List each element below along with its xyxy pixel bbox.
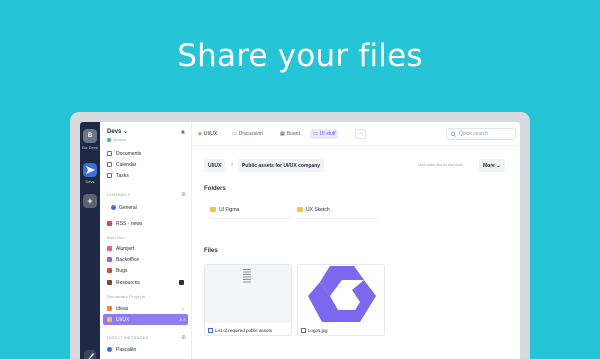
sidebar-item-ui-ux: UI/UX	[116, 317, 130, 323]
main-content: ◆ UI/UX ▭ Discussion ▦ Board ▭ UI stuff ··· …	[192, 122, 520, 359]
lock-icon	[179, 280, 184, 285]
file-name: Logos.jpg	[308, 328, 328, 333]
search-input[interactable]: Quick search	[446, 128, 516, 140]
secondary-projects-header: Secondary Projects	[107, 294, 146, 299]
sidebar-item-calendar[interactable]: Calendar	[116, 162, 136, 168]
workspace-biz-devs[interactable]: B	[83, 129, 97, 143]
channels-header: CHANNELS	[107, 192, 131, 197]
project-group-header: Web Dev	[107, 235, 125, 240]
sidebar-item-alumjert[interactable]: Alumjert	[116, 246, 134, 252]
online-status-icon	[107, 138, 111, 142]
more-icon: ···	[358, 131, 363, 137]
workspace-name: Devs	[107, 129, 122, 135]
folder-name: UI Figma	[219, 206, 240, 213]
file-card[interactable]: Logos.jpg	[297, 264, 385, 336]
file-caption: Logos.jpg	[301, 328, 328, 333]
logo-image-icon	[308, 266, 376, 322]
folders-title: Folders	[204, 186, 226, 192]
workspace-label: Biz Devs	[82, 145, 98, 150]
bug-icon	[107, 268, 112, 273]
folder-icon: ▭	[313, 131, 318, 137]
user-status: @devs	[113, 137, 127, 142]
project-icon	[107, 257, 112, 262]
breadcrumb-separator: ›	[231, 162, 233, 168]
add-workspace-button[interactable]: +	[83, 194, 97, 208]
breadcrumb-root[interactable]: UI/UX	[204, 159, 226, 172]
sidebar-item-rss-news[interactable]: RSS · news	[116, 221, 142, 227]
board-icon: ▦	[280, 131, 285, 137]
tab-more-button[interactable]: ···	[355, 129, 366, 139]
avatar	[107, 347, 112, 352]
search-placeholder: Quick search	[459, 131, 489, 137]
plus-icon: +	[87, 196, 93, 206]
workspace-initial: B	[87, 133, 93, 139]
document-preview	[205, 265, 291, 323]
sidebar-item-documents[interactable]: Documents	[116, 151, 141, 157]
tab-ui-stuff[interactable]: ▭ UI stuff	[310, 129, 339, 139]
calendar-icon	[107, 162, 112, 167]
sidebar-item-general[interactable]: General	[119, 205, 137, 211]
sidebar-item-resources[interactable]: Resources	[116, 280, 140, 286]
folder-icon	[210, 207, 216, 212]
documents-icon	[107, 151, 112, 156]
workspace-devs[interactable]	[83, 163, 97, 177]
sidebar-item-ideas[interactable]: Ideas	[116, 306, 128, 312]
document-icon	[208, 328, 213, 333]
tag-icon: ◆	[198, 131, 202, 137]
chat-icon: ▭	[232, 131, 237, 137]
sidebar-item-tasks[interactable]: Tasks	[116, 173, 129, 179]
tab-board[interactable]: ▦ Board	[280, 129, 300, 139]
add-dm-icon[interactable]: ⊕	[181, 334, 186, 341]
sidebar-item-backoffice[interactable]: Backoffice	[116, 257, 139, 263]
tab-discussion[interactable]: ▭ Discussion	[232, 129, 263, 139]
chevron-down-icon: ⌄	[123, 129, 129, 135]
workspace-label: Devs	[85, 179, 95, 184]
globe-icon	[111, 205, 116, 210]
channel-tab[interactable]: ◆ UI/UX	[198, 129, 217, 139]
folder-icon	[297, 207, 303, 212]
sidebar: Devs ⌄ @devs Documents Calendar Tasks CH…	[100, 122, 192, 359]
folder-icon	[107, 317, 112, 322]
workspace-switcher[interactable]: Devs ⌄	[107, 128, 128, 135]
image-icon	[301, 328, 306, 333]
file-caption: List of required public assets	[208, 328, 272, 333]
add-channel-icon[interactable]: ⊕	[181, 191, 186, 198]
tasks-icon	[107, 173, 112, 178]
member-count-icon: ♙♙	[179, 317, 187, 322]
app-logo-icon	[84, 350, 96, 359]
bell-icon[interactable]	[180, 129, 186, 135]
resources-icon	[107, 280, 112, 285]
folder-item[interactable]: UX Sketch	[297, 201, 377, 219]
member-icon: ♙	[181, 306, 185, 311]
breadcrumb-current: Public assets for UI/UX company	[238, 159, 325, 172]
folder-item[interactable]: UI Figma	[210, 201, 290, 219]
rss-icon	[107, 221, 112, 226]
workspace-rail: B Biz Devs Devs +	[80, 122, 100, 359]
sidebar-item-dm[interactable]: Pascalito	[116, 347, 136, 353]
paper-plane-icon	[85, 166, 95, 174]
search-icon	[451, 131, 456, 137]
image-preview	[298, 265, 384, 323]
folder-info: UMA folder and on this folder	[418, 163, 464, 167]
channel-name: UI/UX	[203, 131, 218, 137]
folder-name: UX Sketch	[306, 206, 330, 213]
document-lines-icon	[243, 269, 251, 283]
headline: Share your files	[177, 38, 423, 74]
tab-bar: ◆ UI/UX ▭ Discussion ▦ Board ▭ UI stuff ··· …	[192, 122, 520, 146]
file-card[interactable]: List of required public assets	[204, 264, 292, 336]
app-screen: B Biz Devs Devs + Devs ⌄ @devs Documents…	[80, 122, 520, 359]
more-button[interactable]: More ⌄	[479, 159, 505, 172]
project-icon	[107, 246, 112, 251]
sidebar-item-bugs[interactable]: Bugs	[116, 268, 127, 274]
device-frame: B Biz Devs Devs + Devs ⌄ @devs Documents…	[70, 112, 530, 359]
tab-label: Discussion	[238, 131, 263, 137]
direct-messages-header: DIRECT MESSAGES	[107, 335, 149, 340]
tab-label: Board	[286, 131, 301, 137]
idea-icon	[107, 306, 112, 311]
tab-label: UI stuff	[319, 131, 336, 137]
files-title: Files	[204, 248, 218, 254]
file-name: List of required public assets	[215, 328, 273, 333]
